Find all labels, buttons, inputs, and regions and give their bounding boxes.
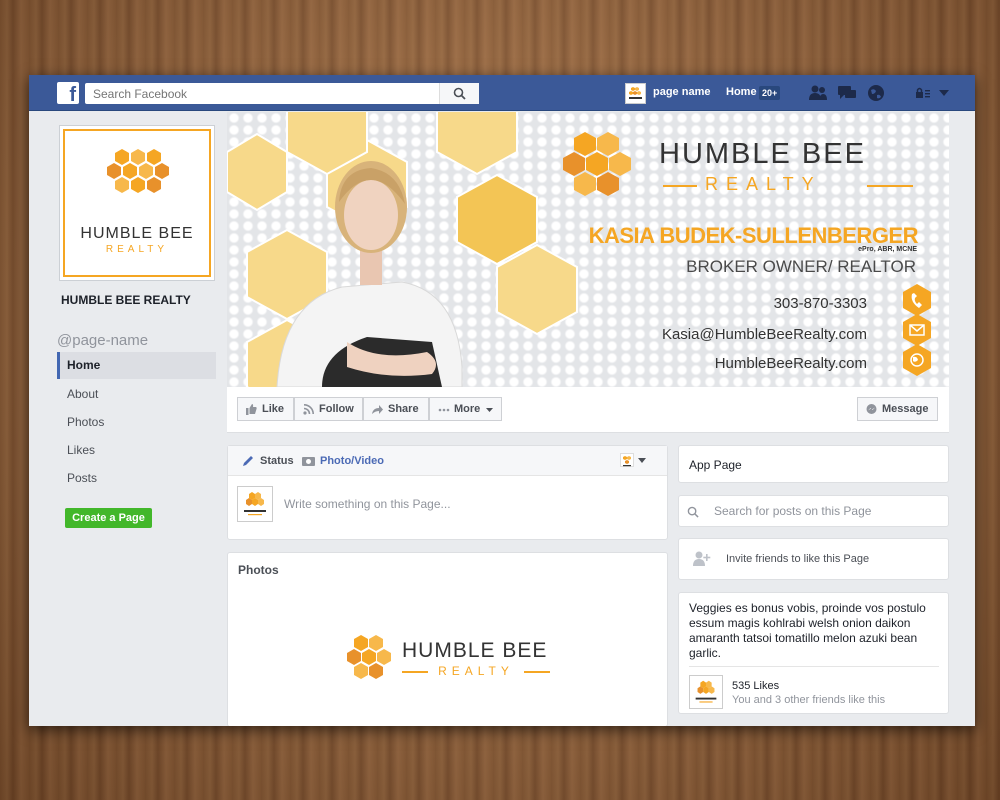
photo-brand-subtitle: REALTY [438,664,514,678]
message-label: Message [882,403,929,415]
logo-name: HUMBLE BEE [80,225,194,242]
composer-avatar [237,486,273,522]
home-notification-badge: 20+ [759,86,781,100]
honeycomb-logo-icon [244,492,266,516]
divider [689,666,939,667]
sidebar-item-likes[interactable]: Likes [57,437,216,464]
page-action-bar: Like Follow Share More Message [227,387,949,433]
cover-brand-subtitle: REALTY [705,174,822,194]
search-input[interactable] [85,83,439,104]
search-box [85,83,479,104]
facebook-page-mockup: f page name Home 20+ [29,75,975,726]
search-button[interactable] [439,83,479,104]
website-globe-icon [903,344,931,376]
honeycomb-logo-icon [629,87,642,99]
composer-input[interactable]: Write something on this Page... [284,497,451,511]
like-label: Like [262,403,285,415]
honeycomb-logo-icon [623,456,631,467]
invite-friends-card[interactable]: Invite friends to like this Page [678,538,949,580]
profile-logo-frame: HUMBLE BEE REALTY [63,129,211,277]
photo-brand-name: HUMBLE BEE [402,639,548,662]
thumbs-up-icon [246,404,257,415]
likes-page-avatar[interactable] [689,675,723,709]
facebook-logo-icon[interactable]: f [57,82,79,104]
search-posts-input[interactable]: Search for posts on this Page [714,504,871,518]
honeycomb-logo-icon [107,149,169,193]
camera-icon [302,457,315,466]
share-arrow-icon [372,405,383,414]
more-button[interactable]: More [429,397,502,421]
sidebar-item-photos[interactable]: Photos [57,409,216,436]
humble-bee-logo [107,149,169,193]
photos-title[interactable]: Photos [238,563,279,577]
message-button[interactable]: Message [857,397,938,421]
composer-tabs: Status Photo/Video [228,446,667,476]
tab-photo-video[interactable]: Photo/Video [320,455,384,467]
more-label: More [454,403,481,415]
cover-photo[interactable]: HUMBLE BEE REALTY KASIA BUDEK-SULLENBERG… [227,112,949,387]
page-name-link[interactable]: page name [653,86,710,98]
email-icon [903,314,931,346]
messages-icon[interactable] [837,84,857,102]
app-page-label: App Page [689,458,742,472]
share-button[interactable]: Share [363,397,429,421]
follow-label: Follow [319,403,354,415]
sidebar-item-about[interactable]: About [57,381,216,408]
invite-friends-label: Invite friends to like this Page [726,553,870,565]
pencil-icon [243,456,253,466]
page-title[interactable]: HUMBLE BEE REALTY [61,293,191,307]
page-handle[interactable]: @page-name [57,332,148,349]
follow-button[interactable]: Follow [294,397,363,421]
search-icon [453,87,466,100]
profile-picture[interactable]: HUMBLE BEE REALTY [59,125,215,281]
likes-count[interactable]: 535 Likes [732,680,779,692]
sidebar-item-home[interactable]: Home [57,352,216,379]
chevron-down-icon[interactable] [638,458,646,463]
messenger-icon [866,404,877,414]
agent-phone: 303-870-3303 [773,295,867,312]
cover-honeycomb-logo [563,132,631,196]
about-text: Veggies es bonus vobis, proinde vos post… [689,601,926,660]
notifications-globe-icon[interactable] [867,84,885,102]
home-link[interactable]: Home [726,86,757,98]
rss-follow-icon [303,404,314,415]
logo-subtitle: REALTY [105,244,169,255]
photo-honeycomb-logo[interactable] [344,631,394,681]
create-page-button[interactable]: Create a Page [65,508,152,528]
agent-credentials: ePro, ABR, MCNE [858,246,917,253]
honeycomb-logo-icon [695,680,717,703]
chevron-down-icon[interactable] [939,90,949,96]
like-button[interactable]: Like [237,397,294,421]
likes-friends: You and 3 other friends like this [732,694,886,706]
about-card: Veggies es bonus vobis, proinde vos post… [678,592,949,714]
page-avatar[interactable] [625,83,646,104]
top-navigation-bar: f page name Home 20+ [29,75,975,111]
photos-card: Photos HUMBLE BEE REALTY [227,552,668,726]
search-icon [687,506,699,518]
cover-brand-name: HUMBLE BEE [659,138,866,170]
more-dots-icon [438,408,450,412]
post-as-avatar[interactable] [620,453,634,467]
friend-requests-icon[interactable] [808,84,828,102]
chevron-down-icon [486,408,493,412]
share-label: Share [388,403,419,415]
add-friend-icon [693,551,711,566]
agent-website: HumbleBeeRealty.com [714,355,867,372]
app-page-card[interactable]: App Page [678,445,949,483]
phone-icon [903,284,931,316]
post-composer: Status Photo/Video Write something on th… [227,445,668,540]
agent-email: Kasia@HumbleBeeRealty.com [661,326,867,343]
sidebar-item-posts[interactable]: Posts [57,465,216,492]
agent-role: BROKER OWNER/ REALTOR [686,257,916,276]
tab-status[interactable]: Status [260,455,294,467]
search-posts-card: Search for posts on this Page [678,495,949,527]
privacy-lock-icon[interactable] [915,87,931,99]
